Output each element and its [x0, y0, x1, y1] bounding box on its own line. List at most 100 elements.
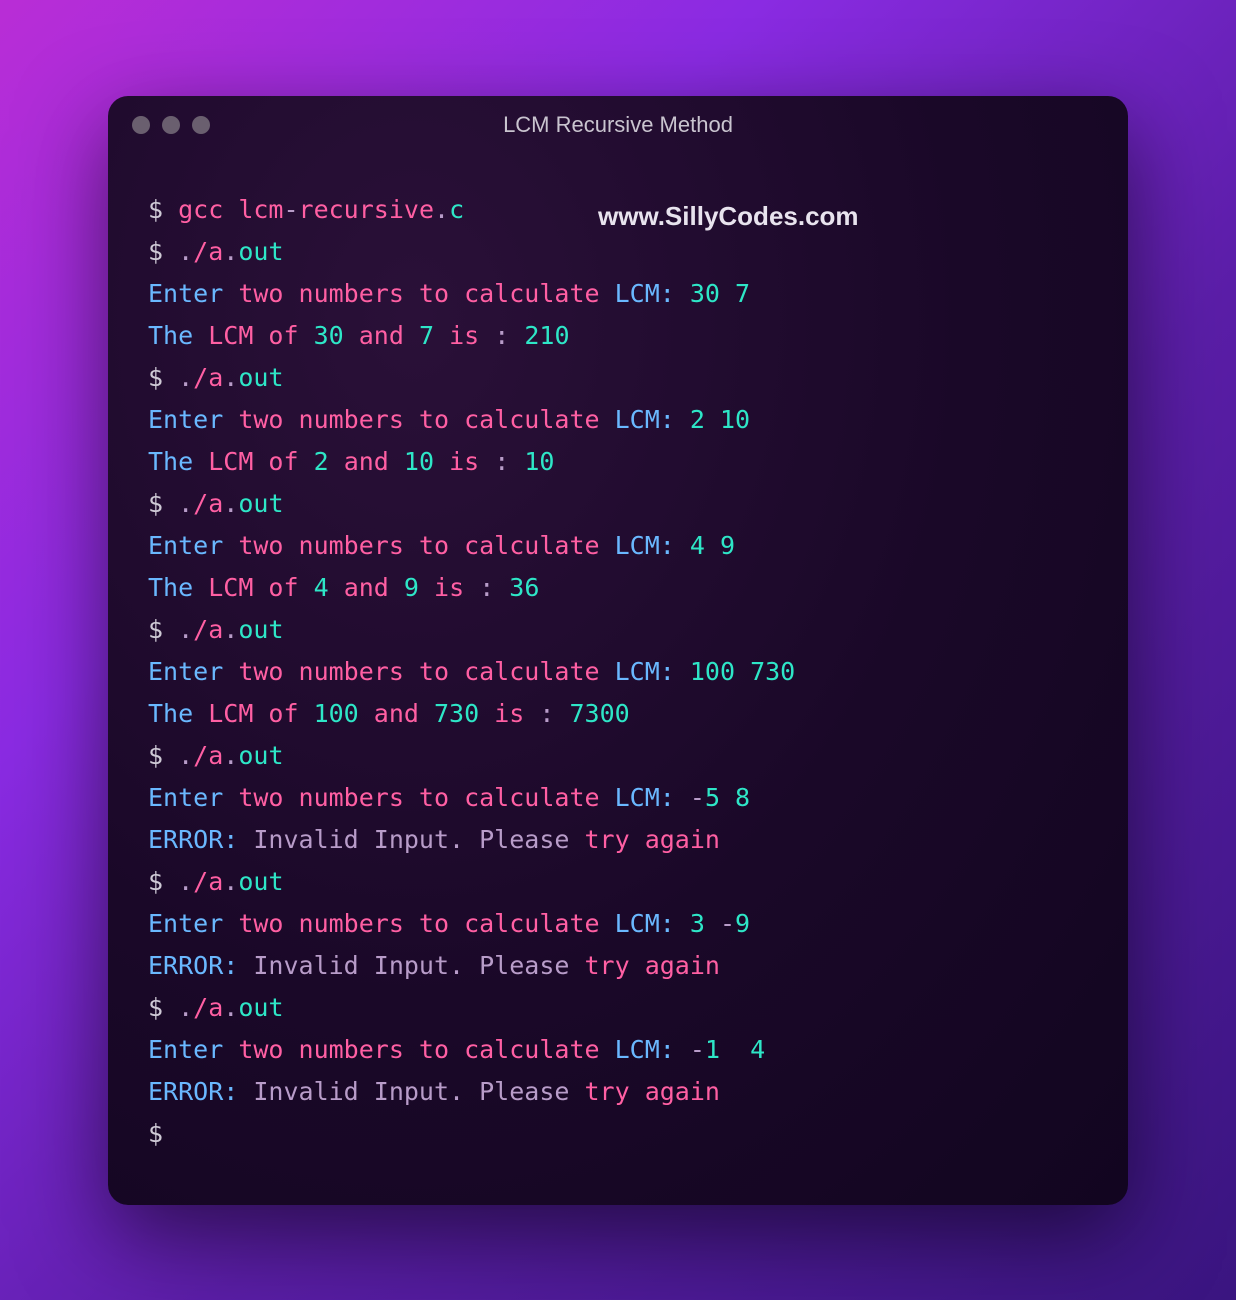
terminal-line: $ — [148, 1113, 1088, 1155]
terminal-token: recursive — [299, 195, 434, 224]
terminal-token: $ — [148, 615, 178, 644]
terminal-line: The LCM of 30 and 7 is : 210 — [148, 315, 1088, 357]
terminal-token: - — [690, 1035, 705, 1064]
terminal-line: The LCM of 100 and 730 is : 7300 — [148, 693, 1088, 735]
terminal-token: : — [539, 699, 569, 728]
terminal-token: is — [434, 321, 494, 350]
terminal-token: The — [148, 573, 208, 602]
terminal-token: 10 — [404, 447, 434, 476]
terminal-token: LCM: — [615, 1035, 690, 1064]
terminal-token: 4 9 — [690, 531, 735, 560]
terminal-token: and — [329, 573, 404, 602]
terminal-token: 730 — [434, 699, 479, 728]
terminal-token: is — [479, 699, 539, 728]
terminal-token: out — [238, 237, 283, 266]
zoom-dot[interactable] — [192, 116, 210, 134]
terminal-token: out — [238, 867, 283, 896]
terminal-token: LCM of — [208, 321, 313, 350]
terminal-token: The — [148, 321, 208, 350]
terminal-token: two numbers to calculate — [238, 783, 614, 812]
terminal-token: try again — [585, 825, 720, 854]
terminal-token: - — [283, 195, 298, 224]
terminal-line: $ ./a.out — [148, 861, 1088, 903]
terminal-token: 2 10 — [690, 405, 750, 434]
terminal-token: gcc lcm — [178, 195, 283, 224]
terminal-token: out — [238, 489, 283, 518]
terminal-token: : — [494, 321, 524, 350]
terminal-token: : — [494, 447, 524, 476]
terminal-token: $ — [148, 1119, 178, 1148]
titlebar: LCM Recursive Method — [108, 96, 1128, 154]
terminal-token: ERROR: — [148, 1077, 253, 1106]
terminal-token: LCM of — [208, 447, 313, 476]
terminal-token: Invalid Input. Please — [253, 825, 584, 854]
terminal-line: $ gcc lcm-recursive.c — [148, 189, 1088, 231]
terminal-token: . — [178, 489, 193, 518]
terminal-token: LCM of — [208, 699, 313, 728]
terminal-token: 5 8 — [705, 783, 750, 812]
terminal-token: . — [178, 237, 193, 266]
terminal-token: c — [449, 195, 464, 224]
terminal-token: LCM: — [615, 279, 690, 308]
terminal-token: 210 — [524, 321, 569, 350]
terminal-token: . — [223, 615, 238, 644]
terminal-line: $ ./a.out — [148, 357, 1088, 399]
terminal-token: . — [434, 195, 449, 224]
terminal-token: ERROR: — [148, 951, 253, 980]
terminal-line: ERROR: Invalid Input. Please try again — [148, 1071, 1088, 1113]
terminal-token: $ — [148, 741, 178, 770]
terminal-token: LCM of — [208, 573, 313, 602]
terminal-token: 36 — [509, 573, 539, 602]
terminal-line: Enter two numbers to calculate LCM: -5 8 — [148, 777, 1088, 819]
terminal-token: . — [223, 489, 238, 518]
terminal-token: two numbers to calculate — [238, 657, 614, 686]
terminal-line: Enter two numbers to calculate LCM: 2 10 — [148, 399, 1088, 441]
terminal-token: $ — [148, 363, 178, 392]
terminal-line: $ ./a.out — [148, 609, 1088, 651]
terminal-token: two numbers to calculate — [238, 909, 614, 938]
terminal-token: 2 — [314, 447, 329, 476]
terminal-token: 30 — [314, 321, 344, 350]
traffic-lights — [132, 116, 210, 134]
terminal-token: . — [178, 993, 193, 1022]
terminal-token: and — [359, 699, 434, 728]
terminal-line: $ ./a.out — [148, 987, 1088, 1029]
close-dot[interactable] — [132, 116, 150, 134]
terminal-token: Invalid Input. Please — [253, 1077, 584, 1106]
terminal-token: LCM: — [615, 531, 690, 560]
terminal-line: $ ./a.out — [148, 483, 1088, 525]
terminal-token: $ — [148, 195, 178, 224]
terminal-token: LCM: — [615, 657, 690, 686]
terminal-token: - — [690, 783, 705, 812]
terminal-token: LCM: — [615, 783, 690, 812]
terminal-token: 100 730 — [690, 657, 795, 686]
terminal-token: - — [720, 909, 735, 938]
terminal-token: 9 — [404, 573, 419, 602]
terminal-token: . — [178, 615, 193, 644]
terminal-token: 9 — [735, 909, 750, 938]
terminal-token: . — [223, 237, 238, 266]
terminal-token: ERROR: — [148, 825, 253, 854]
terminal-line: The LCM of 4 and 9 is : 36 — [148, 567, 1088, 609]
terminal-token: out — [238, 615, 283, 644]
terminal-token: two numbers to calculate — [238, 279, 614, 308]
terminal-token: 4 — [314, 573, 329, 602]
terminal-token: Enter — [148, 405, 238, 434]
terminal-token: Enter — [148, 1035, 238, 1064]
terminal-output[interactable]: $ gcc lcm-recursive.c$ ./a.outEnter two … — [108, 154, 1128, 1205]
terminal-line: ERROR: Invalid Input. Please try again — [148, 819, 1088, 861]
terminal-token: $ — [148, 993, 178, 1022]
terminal-token: /a — [193, 363, 223, 392]
terminal-token: : — [479, 573, 509, 602]
window-title: LCM Recursive Method — [108, 112, 1128, 138]
terminal-token: 30 7 — [690, 279, 750, 308]
terminal-line: The LCM of 2 and 10 is : 10 — [148, 441, 1088, 483]
terminal-token: out — [238, 993, 283, 1022]
terminal-token: . — [223, 993, 238, 1022]
terminal-line: Enter two numbers to calculate LCM: 4 9 — [148, 525, 1088, 567]
terminal-token: . — [178, 867, 193, 896]
terminal-token: /a — [193, 489, 223, 518]
terminal-line: $ ./a.out — [148, 735, 1088, 777]
terminal-token: 1 4 — [705, 1035, 765, 1064]
minimize-dot[interactable] — [162, 116, 180, 134]
